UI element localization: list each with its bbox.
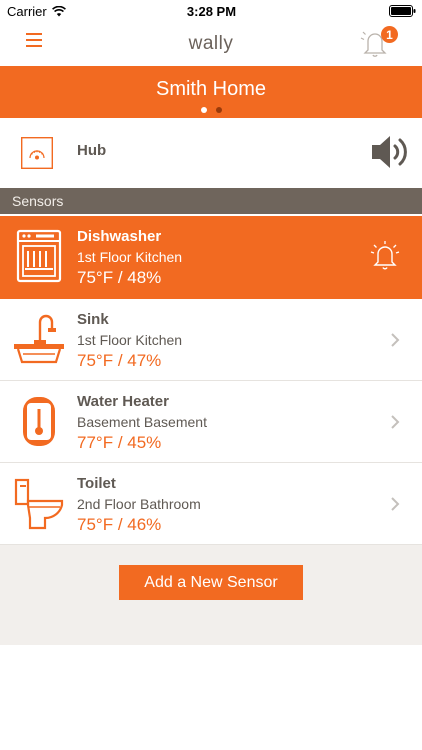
sensor-name: Toilet xyxy=(77,475,116,492)
page-indicator[interactable] xyxy=(0,107,422,113)
home-title: Smith Home xyxy=(155,78,267,100)
chevron-right-icon xyxy=(391,497,400,511)
hub-label: Hub xyxy=(77,142,107,159)
sensor-reading: 75°F / 46% xyxy=(77,515,162,534)
battery-icon xyxy=(388,5,416,17)
home-banner[interactable]: Smith Home xyxy=(0,66,422,118)
notification-badge: 1 xyxy=(381,26,398,43)
sensor-reading: 75°F / 47% xyxy=(77,351,162,370)
sensor-row-toilet[interactable]: Toilet 2nd Floor Bathroom 75°F / 46% xyxy=(0,463,422,545)
carrier-label: Carrier xyxy=(7,3,47,19)
sensor-name: Sink xyxy=(77,311,109,328)
sink-icon xyxy=(14,314,64,364)
status-bar: Carrier 3:28 PM xyxy=(0,0,422,22)
chevron-right-icon xyxy=(391,415,400,429)
sensor-list: Dishwasher 1st Floor Kitchen 75°F / 48% … xyxy=(0,216,422,545)
brand-logo: wally xyxy=(188,33,234,54)
sensor-name: Dishwasher xyxy=(77,228,162,245)
status-time: 3:28 PM xyxy=(186,3,237,19)
hub-row[interactable]: Hub xyxy=(0,118,422,188)
sensors-section-header: Sensors xyxy=(0,188,422,214)
water-heater-icon xyxy=(23,397,55,446)
wifi-icon xyxy=(51,5,66,16)
page-dot-2[interactable] xyxy=(215,107,222,113)
page-dot-1[interactable] xyxy=(200,107,207,113)
hamburger-icon xyxy=(26,33,42,35)
notifications-button[interactable]: 1 xyxy=(358,24,398,60)
chevron-right-icon xyxy=(391,333,400,347)
sensor-row-water-heater[interactable]: Water Heater Basement Basement 77°F / 45… xyxy=(0,381,422,463)
toilet-icon xyxy=(14,478,64,530)
sensor-reading: 75°F / 48% xyxy=(77,268,162,287)
menu-button[interactable] xyxy=(26,33,42,49)
hub-icon xyxy=(21,137,53,169)
dishwasher-icon xyxy=(16,229,62,283)
sensor-location: Basement Basement xyxy=(77,414,207,430)
sensor-location: 1st Floor Kitchen xyxy=(77,249,183,265)
alarm-bell-icon[interactable] xyxy=(370,240,400,274)
sensor-reading: 77°F / 45% xyxy=(77,433,162,452)
add-sensor-button[interactable]: Add a New Sensor xyxy=(119,565,303,600)
speaker-icon[interactable] xyxy=(370,132,412,172)
sensor-row-dishwasher[interactable]: Dishwasher 1st Floor Kitchen 75°F / 48% xyxy=(0,216,422,299)
footer-area: Add a New Sensor xyxy=(0,545,422,645)
nav-bar: wally 1 xyxy=(0,22,422,66)
sensor-name: Water Heater xyxy=(77,393,169,410)
sensor-row-sink[interactable]: Sink 1st Floor Kitchen 75°F / 47% xyxy=(0,299,422,381)
sensor-location: 1st Floor Kitchen xyxy=(77,332,183,348)
sensor-location: 2nd Floor Bathroom xyxy=(77,496,201,512)
